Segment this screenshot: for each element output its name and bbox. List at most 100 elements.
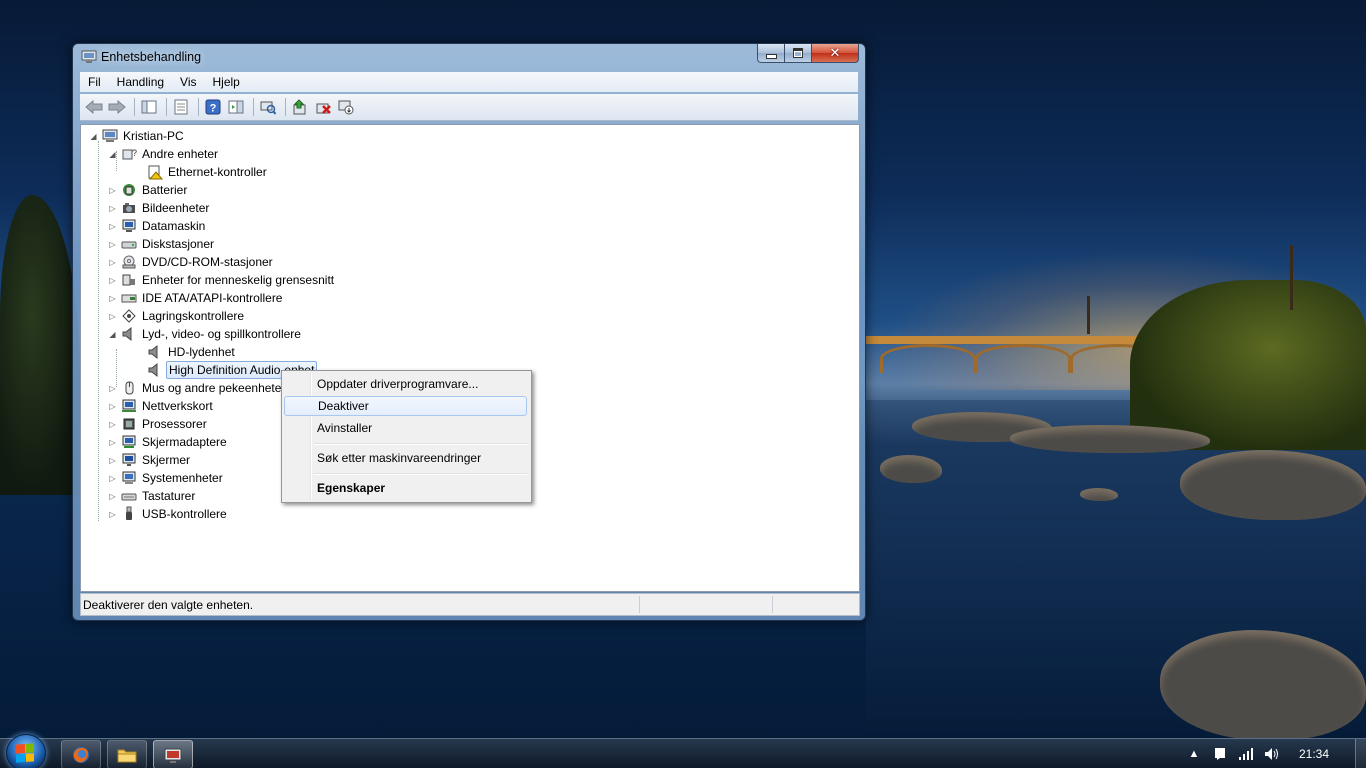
expand-arrow-icon[interactable]: ▷: [108, 222, 117, 231]
show-hide-console-tree-button[interactable]: [139, 97, 159, 117]
tree-category-item[interactable]: ◢ Lyd-, video- og spillkontrollere: [108, 325, 303, 343]
scan-hardware-button[interactable]: [258, 97, 278, 117]
expand-arrow-icon[interactable]: ▷: [108, 474, 117, 483]
uninstall-button[interactable]: [313, 97, 333, 117]
tree-connector-line: [116, 349, 117, 387]
wallpaper-trees-left: [0, 195, 80, 495]
tree-item-label: Ethernet-kontroller: [168, 165, 267, 179]
action-pane-icon: [228, 100, 244, 114]
tree-category-item[interactable]: ▷ Diskstasjoner: [108, 235, 216, 253]
device-manager-window[interactable]: Enhetsbehandling ✕ Fil Handling Vis Hjel…: [72, 43, 866, 621]
expand-arrow-icon[interactable]: ▷: [108, 420, 117, 429]
hid-icon: [121, 272, 137, 288]
action-center-icon[interactable]: [1212, 746, 1228, 762]
tree-category-item[interactable]: ▷ Datamaskin: [108, 217, 207, 235]
expand-arrow-icon[interactable]: ▷: [108, 204, 117, 213]
tree-category-item[interactable]: ▷ Skjermadaptere: [108, 433, 229, 451]
expand-arrow-icon[interactable]: ▷: [108, 294, 117, 303]
firefox-icon: [73, 746, 89, 763]
tree-item-label: Tastaturer: [142, 489, 196, 503]
uninstall-icon: [316, 103, 331, 114]
context-menu-item[interactable]: Søk etter maskinvareendringer: [284, 448, 527, 468]
expand-arrow-icon[interactable]: ▷: [108, 258, 117, 267]
status-text: Deaktiverer den valgte enheten.: [83, 597, 254, 612]
update-driver-icon: [293, 99, 306, 115]
taskbar-explorer[interactable]: [107, 740, 147, 768]
windows-logo-icon: [16, 743, 34, 763]
tree-category-item[interactable]: ▷ Bildeenheter: [108, 199, 211, 217]
tree-category-item[interactable]: ▷ Enheter for menneskelig grensesnitt: [108, 271, 336, 289]
properties-button[interactable]: [171, 97, 191, 117]
menu-action[interactable]: Handling: [109, 75, 172, 89]
close-button[interactable]: ✕: [812, 44, 859, 63]
speaker-icon: [147, 362, 163, 378]
wallpaper-trees-right: [1130, 280, 1366, 450]
warning-device-icon: [147, 164, 164, 180]
tree-category-item[interactable]: ▷ Lagringskontrollere: [108, 307, 246, 325]
tree-category-item[interactable]: ▷ Tastaturer: [108, 487, 197, 505]
show-hidden-icons-arrow[interactable]: ▲: [1186, 746, 1202, 762]
maximize-button[interactable]: [785, 44, 812, 63]
disable-device-button[interactable]: [336, 97, 356, 117]
wallpaper-power-pole: [1290, 245, 1293, 310]
expand-arrow-icon[interactable]: ▷: [108, 492, 117, 501]
battery-icon: [121, 182, 137, 198]
expand-arrow-icon[interactable]: ▷: [108, 402, 117, 411]
back-button[interactable]: [84, 97, 104, 117]
monitor-icon: [121, 452, 137, 468]
expand-arrow-icon[interactable]: ▷: [108, 438, 117, 447]
menu-help[interactable]: Hjelp: [205, 75, 248, 89]
show-desktop-button[interactable]: [1355, 739, 1366, 768]
update-driver-button[interactable]: [290, 97, 310, 117]
network-adapter-icon: [121, 398, 137, 414]
context-menu-item[interactable]: Deaktiver: [284, 396, 527, 416]
tree-root[interactable]: ◢ Kristian-PC: [89, 127, 186, 145]
context-menu-item[interactable]: Oppdater driverprogramvare...: [284, 374, 527, 394]
forward-button[interactable]: [107, 97, 127, 117]
menu-file[interactable]: Fil: [80, 75, 109, 89]
wallpaper-rock: [880, 455, 942, 483]
tree-category-item[interactable]: ▷ Batterier: [108, 181, 189, 199]
taskbar-device-manager[interactable]: [153, 740, 193, 768]
collapse-arrow-icon[interactable]: ◢: [108, 330, 117, 339]
tree-category-item[interactable]: ▷ Prosessorer: [108, 415, 209, 433]
minimize-button[interactable]: [757, 44, 785, 63]
context-menu: Oppdater driverprogramvare... Deaktiver Av…: [281, 370, 532, 503]
network-signal-icon[interactable]: [1238, 746, 1254, 762]
volume-icon[interactable]: [1264, 746, 1280, 762]
tree-category-item[interactable]: ▷ Nettverkskort: [108, 397, 215, 415]
taskbar-clock[interactable]: 21:34: [1299, 747, 1329, 761]
collapse-arrow-icon[interactable]: ◢: [89, 132, 98, 141]
help-button[interactable]: ?: [203, 97, 223, 117]
show-action-pane-button[interactable]: [226, 97, 246, 117]
tree-device-item[interactable]: HD-lydenhet: [147, 343, 237, 361]
expand-arrow-icon[interactable]: ▷: [108, 312, 117, 321]
explorer-folder-icon: [117, 749, 137, 762]
expand-arrow-icon[interactable]: ▷: [108, 456, 117, 465]
context-menu-item[interactable]: Avinstaller: [284, 418, 527, 438]
expand-arrow-icon[interactable]: ▷: [108, 186, 117, 195]
expand-arrow-icon[interactable]: ▷: [108, 276, 117, 285]
tree-device-item[interactable]: Ethernet-kontroller: [147, 163, 269, 181]
toolbar-separator: [253, 98, 254, 116]
expand-arrow-icon[interactable]: ▷: [108, 240, 117, 249]
device-tree[interactable]: ◢ Kristian-PC ◢? Andre enheter Ethernet-ko…: [80, 124, 860, 592]
start-button[interactable]: [6, 734, 46, 768]
tree-category-item[interactable]: ▷ USB-kontrollere: [108, 505, 229, 523]
context-menu-item[interactable]: Egenskaper: [284, 478, 527, 498]
taskbar-firefox[interactable]: [61, 740, 101, 768]
tree-category-item[interactable]: ▷ IDE ATA/ATAPI-kontrollere: [108, 289, 284, 307]
menu-bar: Fil Handling Vis Hjelp: [80, 72, 858, 92]
computer-icon: [121, 218, 137, 234]
storage-controller-icon: [121, 308, 137, 324]
tree-category-item[interactable]: ▷ DVD/CD-ROM-stasjoner: [108, 253, 275, 271]
tree-category-item[interactable]: ▷ Skjermer: [108, 451, 192, 469]
tree-category-item[interactable]: ▷ Mus og andre pekeenheter: [108, 379, 287, 397]
title-bar[interactable]: Enhetsbehandling ✕: [73, 44, 865, 70]
expand-arrow-icon[interactable]: ▷: [108, 510, 117, 519]
menu-view[interactable]: Vis: [172, 75, 204, 89]
tree-category-item[interactable]: ◢? Andre enheter: [108, 145, 220, 163]
system-tray: ▲ 21:34: [1181, 739, 1366, 768]
tree-category-item[interactable]: ▷ Systemenheter: [108, 469, 225, 487]
forward-arrow-icon: [108, 100, 126, 114]
